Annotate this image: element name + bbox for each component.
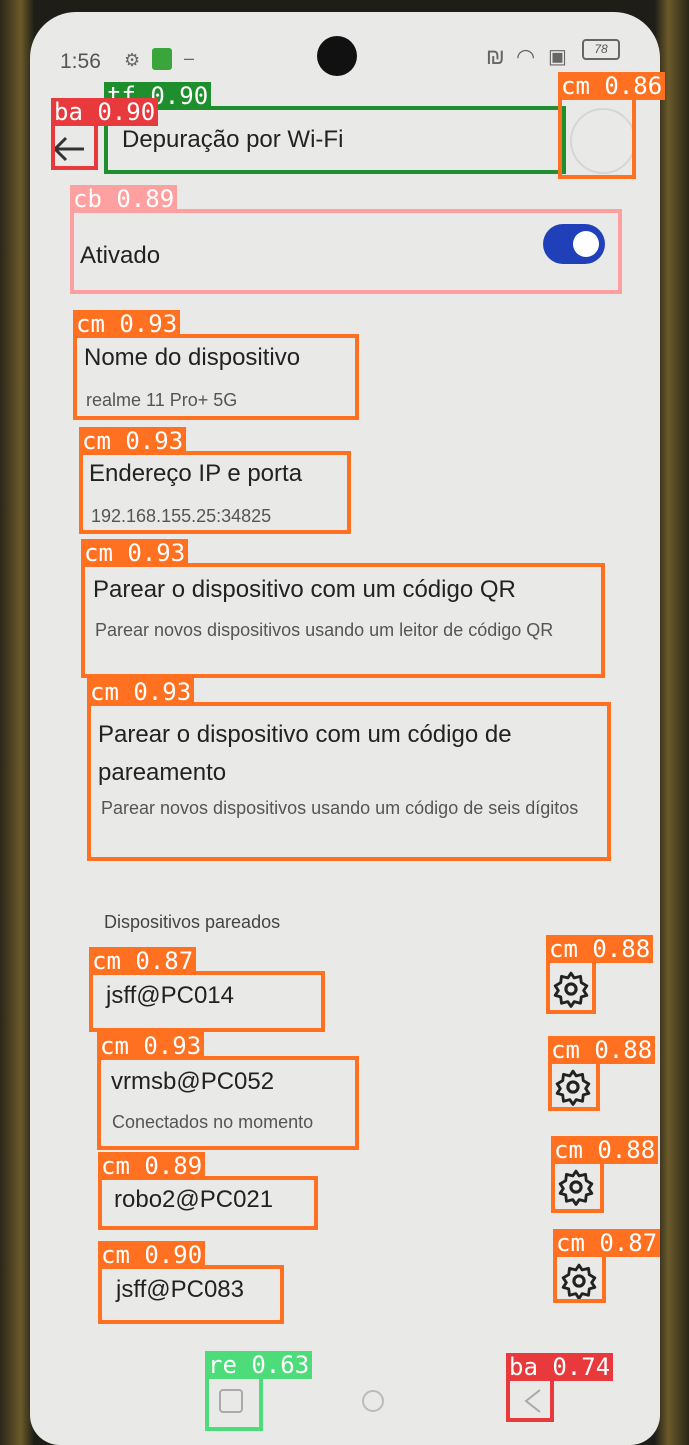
page-title: Depuração por Wi-Fi [122,126,344,153]
toggle-knob [573,231,599,257]
wifi-icon: ◠ [516,44,536,69]
device-settings-gear-icon[interactable] [554,1068,592,1106]
paired-devices-header: Dispositivos pareados [104,912,281,932]
pair-code-title[interactable]: Parear o dispositivo com um código de pa… [98,716,618,792]
signal-icon: ▣ [548,46,567,68]
pair-qr-description: Parear novos dispositivos usando um leit… [95,620,554,640]
back-nav-button[interactable] [510,1378,556,1424]
pair-qr-title[interactable]: Parear o dispositivo com um código QR [93,576,613,604]
paired-device-name[interactable]: jsff@PC083 [116,1276,244,1304]
home-icon [362,1390,384,1412]
recents-nav-button[interactable] [208,1378,254,1424]
ip-port-value: 192.168.155.25:34825 [91,506,272,526]
nfc-icon: ₪ [486,44,505,69]
wifi-debug-toggle-label: Ativado [80,242,161,269]
status-time: 1:56 [60,50,101,73]
battery-icon: 78 [582,39,620,60]
paired-device-name[interactable]: jsff@PC014 [106,982,234,1010]
settings-status-icon: ⚙ [124,50,141,70]
minus-status-icon: – [184,48,195,68]
device-name-title: Nome do dispositivo [84,344,301,371]
floating-overlay-button[interactable] [570,108,636,174]
back-button[interactable] [52,134,86,168]
pair-code-description: Parear novos dispositivos usando um códi… [101,798,579,818]
back-nav-icon [524,1389,541,1413]
back-arrow-icon [52,136,84,162]
device-settings-gear-icon[interactable] [557,1168,595,1206]
home-nav-button[interactable] [350,1378,396,1424]
device-settings-gear-icon[interactable] [552,970,590,1008]
device-name-value: realme 11 Pro+ 5G [86,390,238,410]
device-settings-gear-icon[interactable] [560,1262,598,1300]
recents-icon [219,1389,243,1413]
app-status-icon [152,48,172,70]
paired-device-name[interactable]: vrmsb@PC052 [111,1068,274,1096]
front-camera [317,36,357,76]
paired-device-name[interactable]: robo2@PC021 [114,1186,273,1214]
wifi-debug-toggle[interactable] [543,224,605,264]
paired-device-status: Conectados no momento [112,1112,314,1132]
phone-screen: 1:56 ⚙ – ₪ ◠ ▣ 78 Depuração por Wi-Fi At… [30,12,660,1445]
battery-level: 78 [594,42,608,56]
ip-port-title: Endereço IP e porta [89,460,303,487]
